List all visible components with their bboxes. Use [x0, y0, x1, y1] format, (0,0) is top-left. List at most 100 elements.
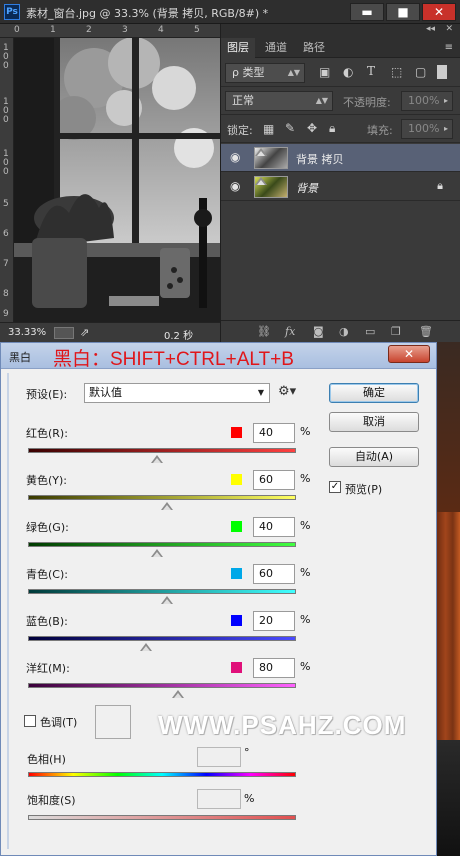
tab-channels[interactable]: 通道 — [259, 38, 293, 58]
new-adjustment-layer-icon[interactable]: ◑ — [339, 325, 349, 338]
new-group-icon[interactable]: ▭ — [365, 325, 375, 338]
lock-all-icon[interactable]: 🔒︎ — [329, 121, 335, 136]
ok-button[interactable]: 确定 — [329, 383, 419, 403]
share-icon[interactable]: ⇗ — [80, 326, 89, 339]
fill-value: 100% — [408, 122, 440, 135]
channel-value-input[interactable]: 40 — [253, 517, 295, 537]
zoom-level[interactable]: 33.33% — [8, 327, 46, 338]
layer-name[interactable]: 背景 — [296, 180, 318, 196]
canvas-photo-window-sill[interactable] — [14, 38, 220, 322]
channel-value-input[interactable]: 20 — [253, 611, 295, 631]
panel-menu-icon[interactable]: ≡ — [445, 42, 453, 53]
tint-color-swatch[interactable] — [95, 705, 131, 739]
channel-color-swatch — [231, 474, 242, 485]
channel-slider-track[interactable] — [28, 683, 296, 688]
channel-slider-thumb[interactable] — [172, 690, 184, 698]
add-mask-icon[interactable]: ◙ — [313, 325, 324, 338]
minimize-button[interactable]: ▬ — [350, 3, 384, 21]
ruler-tick-label: 5 — [3, 199, 9, 209]
dialog-titlebar[interactable]: 黑白 黑白：SHIFT+CTRL+ALT+B ✕ — [1, 343, 436, 370]
preset-select[interactable]: 默认值 ▼ — [84, 383, 270, 403]
lock-row: 锁定: ▦ ✎ ✥ 🔒︎ 填充: 100% ▸ — [221, 115, 460, 143]
chevron-down-icon: ▼ — [257, 388, 264, 397]
opacity-label: 不透明度: — [343, 96, 391, 109]
tab-layers[interactable]: 图层 — [221, 38, 255, 58]
tint-checkbox[interactable] — [24, 715, 36, 727]
pixel-filter-icon[interactable]: ▣ — [319, 65, 330, 79]
auto-button[interactable]: 自动(A) — [329, 447, 419, 467]
cancel-button[interactable]: 取消 — [329, 412, 419, 432]
channel-value-input[interactable]: 80 — [253, 658, 295, 678]
channel-slider-thumb[interactable] — [161, 502, 173, 510]
layer-row-background-copy[interactable]: ◉ 背景 拷贝 — [221, 144, 460, 172]
maximize-button[interactable]: ■ — [386, 3, 420, 21]
ruler-tick-label: 1 0 0 — [3, 97, 9, 125]
hue-input[interactable] — [197, 747, 241, 767]
channel-slider-track[interactable] — [28, 448, 296, 453]
shape-filter-icon[interactable]: ⬚ — [391, 65, 402, 79]
channel-slider-thumb[interactable] — [151, 455, 163, 463]
lock-position-icon[interactable]: ✥ — [307, 121, 317, 135]
opacity-input[interactable]: 100% ▸ — [401, 91, 453, 111]
new-layer-icon[interactable]: ❐ — [391, 325, 401, 338]
type-filter-icon[interactable]: T — [367, 64, 375, 78]
visibility-eye-icon[interactable]: ◉ — [230, 180, 244, 192]
horizontal-ruler[interactable]: 0 1 2 3 4 5 — [0, 24, 220, 38]
layer-filter-kind-select[interactable]: ρ 类型 ▲▼ — [225, 63, 305, 83]
channel-slider-thumb[interactable] — [151, 549, 163, 557]
channel-label: 蓝色(B): — [26, 615, 68, 628]
filter-toggle-icon[interactable] — [437, 65, 447, 79]
document-tab-title[interactable]: 素材_窗台.jpg @ 33.3% (背景 拷贝, RGB/8#) * — [26, 5, 268, 21]
channel-slider-track[interactable] — [28, 542, 296, 547]
delete-layer-icon[interactable]: 🗑︎ — [419, 325, 433, 338]
channel-value-input[interactable]: 60 — [253, 564, 295, 584]
channel-slider-thumb[interactable] — [140, 643, 152, 651]
saturation-input[interactable] — [197, 789, 241, 809]
preset-options-gear-icon[interactable]: ⚙▾ — [278, 384, 296, 399]
percent-unit: % — [300, 519, 311, 532]
layer-row-background[interactable]: ◉ 背景 🔒︎ — [221, 173, 460, 201]
layer-name[interactable]: 背景 拷贝 — [296, 151, 344, 167]
close-window-button[interactable]: ✕ — [422, 3, 456, 21]
preset-value: 默认值 — [89, 386, 122, 399]
blend-mode-select[interactable]: 正常 ▲▼ — [225, 91, 333, 111]
channel-slider-track[interactable] — [28, 589, 296, 594]
visibility-eye-icon[interactable]: ◉ — [230, 151, 244, 163]
lock-transparent-pixels-icon[interactable]: ▦ — [263, 122, 274, 136]
fill-input[interactable]: 100% ▸ — [401, 119, 453, 139]
channel-label: 绿色(G): — [26, 521, 69, 534]
layer-style-fx-icon[interactable]: fx — [285, 325, 295, 338]
panel-top-bar: ◂◂ ✕ — [221, 24, 460, 38]
channel-value-input[interactable]: 60 — [253, 470, 295, 490]
saturation-unit: % — [244, 792, 255, 805]
ruler-tick-label: 7 — [3, 259, 9, 269]
preview-checkbox[interactable]: ✓ — [329, 481, 341, 493]
channel-slider-thumb[interactable] — [161, 596, 173, 604]
dialog-close-button[interactable]: ✕ — [388, 345, 430, 363]
layer-thumbnail — [254, 147, 288, 169]
filter-kind-label: ρ 类型 — [232, 66, 265, 79]
channel-slider-track[interactable] — [28, 495, 296, 500]
hue-slider-track[interactable] — [28, 772, 296, 777]
chevron-down-icon: ▲▼ — [315, 96, 328, 105]
smart-object-filter-icon[interactable]: ▢ — [415, 65, 426, 79]
document-canvas-area: 0 1 2 3 4 5 1 0 0 1 0 0 1 0 0 5 6 7 8 9 — [0, 24, 220, 342]
channel-slider-track[interactable] — [28, 636, 296, 641]
channel-value-input[interactable]: 40 — [253, 423, 295, 443]
blend-row: 正常 ▲▼ 不透明度: 100% ▸ — [221, 87, 460, 115]
collapse-panel-icon[interactable]: ◂◂ — [426, 24, 435, 34]
vertical-ruler[interactable]: 1 0 0 1 0 0 1 0 0 5 6 7 8 9 — [0, 38, 14, 322]
tab-paths[interactable]: 路径 — [297, 38, 331, 58]
status-bar: 33.33% ⇗ 0.2 秒 — [0, 322, 220, 342]
processing-time: 0.2 秒 — [164, 331, 194, 342]
channel-color-swatch — [231, 662, 242, 673]
saturation-slider-track[interactable] — [28, 815, 296, 820]
adjustment-filter-icon[interactable]: ◐ — [343, 65, 353, 79]
ruler-tick-label: 1 — [50, 25, 56, 35]
lock-image-pixels-icon[interactable]: ✎ — [285, 121, 295, 135]
hue-unit: ° — [244, 746, 250, 759]
link-layers-icon[interactable]: ⛓ — [257, 325, 271, 338]
close-panel-icon[interactable]: ✕ — [445, 24, 453, 34]
doc-info-icon[interactable] — [54, 327, 74, 339]
ruler-tick-label: 1 0 0 — [3, 149, 9, 177]
